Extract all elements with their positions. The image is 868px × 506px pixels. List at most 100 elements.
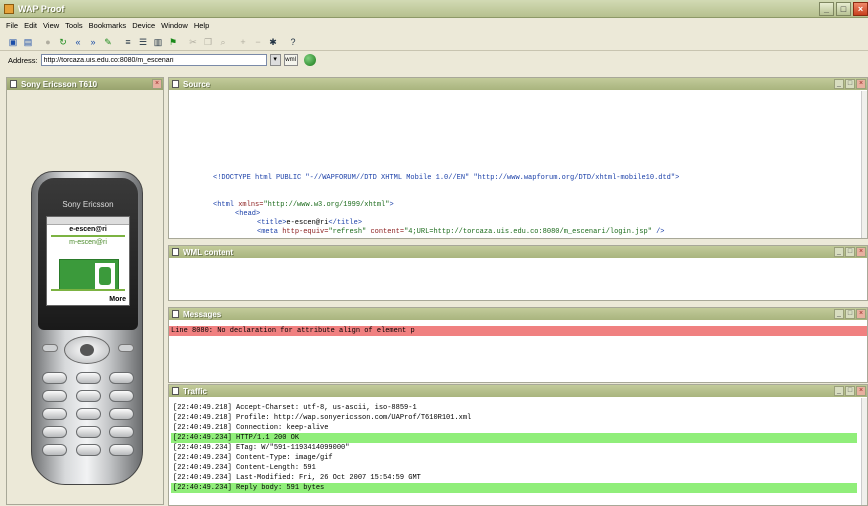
phone-key[interactable] — [109, 408, 134, 420]
traffic-row[interactable]: [22:40:49.234] Reply body: 591 bytes — [171, 483, 857, 493]
zoom-in-icon[interactable]: + — [236, 35, 250, 49]
source-close-button[interactable]: × — [856, 79, 866, 89]
bug-icon[interactable]: ✱ — [266, 35, 280, 49]
traffic-log[interactable]: [22:40:49.218] Accept-Charset: utf-8, us… — [171, 403, 857, 493]
phone-nav-pad[interactable] — [64, 336, 110, 364]
copy-icon[interactable]: ❐ — [201, 35, 215, 49]
screen-softkey-more[interactable]: More — [109, 296, 126, 303]
save-icon[interactable]: ▤ — [21, 35, 35, 49]
phone-screen[interactable]: e-escen@ri m-escen@ri More — [46, 216, 130, 306]
phone-key[interactable] — [109, 444, 134, 456]
menu-view[interactable]: View — [43, 21, 59, 30]
messages-minimize-button[interactable]: _ — [834, 309, 844, 319]
traffic-close-button[interactable]: × — [856, 386, 866, 396]
forward-icon[interactable]: » — [86, 35, 100, 49]
phone-key[interactable] — [75, 372, 101, 384]
help-icon[interactable]: ? — [286, 35, 300, 49]
right-softkey[interactable] — [118, 344, 134, 352]
traffic-row[interactable]: [22:40:49.234] Last-Modified: Fri, 26 Oc… — [171, 473, 857, 483]
minimize-button[interactable]: _ — [819, 2, 834, 16]
source-minimize-button[interactable]: _ — [834, 79, 844, 89]
phone-key[interactable] — [75, 426, 101, 438]
messages-close-button[interactable]: × — [856, 309, 866, 319]
wml-close-button[interactable]: × — [856, 247, 866, 257]
wml-maximize-button[interactable]: □ — [845, 247, 855, 257]
source-line: <meta http-equiv="refresh" content="4;UR… — [213, 228, 679, 237]
run-icon[interactable]: ⚑ — [166, 35, 180, 49]
source-icon[interactable]: ▥ — [151, 35, 165, 49]
menu-window[interactable]: Window — [161, 21, 188, 30]
detail-icon[interactable]: ☰ — [136, 35, 150, 49]
document-icon — [172, 310, 179, 318]
phone-nav-center[interactable] — [80, 344, 94, 356]
edit-icon[interactable]: ✎ — [101, 35, 115, 49]
phone-key[interactable] — [42, 426, 67, 438]
messages-maximize-button[interactable]: □ — [845, 309, 855, 319]
phone-key[interactable] — [109, 372, 134, 384]
address-input[interactable] — [40, 54, 267, 66]
traffic-row[interactable]: [22:40:49.234] HTTP/1.1 200 OK — [171, 433, 857, 443]
screen-divider — [51, 235, 125, 237]
left-softkey[interactable] — [42, 344, 58, 352]
phone-key[interactable] — [109, 390, 134, 402]
source-token: /> — [651, 228, 665, 236]
source-token: <head> — [235, 210, 261, 218]
screen-logo: m-escen@ri — [69, 239, 107, 246]
wml-button[interactable]: wml — [283, 54, 298, 66]
menu-file[interactable]: File — [6, 21, 18, 30]
source-panel-header: Source _ □ × — [169, 78, 867, 90]
stop-icon[interactable]: ● — [41, 35, 55, 49]
find-icon[interactable]: ⌕ — [216, 35, 230, 49]
go-icon[interactable] — [303, 54, 316, 66]
traffic-row[interactable]: [22:40:49.234] ETag: W/"591-119341409900… — [171, 443, 857, 453]
phone-key[interactable] — [42, 444, 67, 456]
menu-tools[interactable]: Tools — [65, 21, 83, 30]
phone-key[interactable] — [75, 408, 101, 420]
menu-help[interactable]: Help — [194, 21, 209, 30]
list-icon[interactable]: ≡ — [121, 35, 135, 49]
menu-device[interactable]: Device — [132, 21, 155, 30]
menu-edit[interactable]: Edit — [24, 21, 37, 30]
phone-key[interactable] — [75, 390, 101, 402]
toolbar-separator — [36, 35, 40, 49]
traffic-row[interactable]: [22:40:49.218] Profile: http://wap.sonye… — [171, 413, 857, 423]
open-icon[interactable]: ▣ — [6, 35, 20, 49]
reload-icon[interactable]: ↻ — [56, 35, 70, 49]
toolbar-separator — [231, 35, 235, 49]
address-dropdown[interactable]: ▾ — [269, 54, 281, 66]
phone-face: Sony Ericsson e-escen@ri m-escen@ri More — [38, 178, 138, 330]
back-icon[interactable]: « — [71, 35, 85, 49]
source-line: <!DOCTYPE html PUBLIC "-//WAPFORUM//DTD … — [213, 174, 679, 183]
phone-key[interactable] — [109, 426, 134, 438]
device-panel-close-button[interactable]: × — [152, 79, 162, 89]
source-scrollbar[interactable] — [861, 91, 867, 238]
error-message[interactable]: Line 8080: No declaration for attribute … — [169, 326, 867, 336]
wml-panel-header: WML content _ □ × — [169, 246, 867, 258]
source-code[interactable]: <!DOCTYPE html PUBLIC "-//WAPFORUM//DTD … — [213, 174, 679, 237]
phone-emulator: Sony Ericsson e-escen@ri m-escen@ri More — [31, 171, 143, 485]
zoom-out-icon[interactable]: − — [251, 35, 265, 49]
traffic-row[interactable]: [22:40:49.234] Content-Type: image/gif — [171, 453, 857, 463]
wml-minimize-button[interactable]: _ — [834, 247, 844, 257]
cut-icon[interactable]: ✂ — [186, 35, 200, 49]
traffic-row[interactable]: [22:40:49.218] Connection: keep-alive — [171, 423, 857, 433]
source-maximize-button[interactable]: □ — [845, 79, 855, 89]
phone-key[interactable] — [42, 372, 67, 384]
phone-key[interactable] — [42, 390, 67, 402]
traffic-maximize-button[interactable]: □ — [845, 386, 855, 396]
phone-brand: Sony Ericsson — [62, 200, 114, 209]
menu-bookmarks[interactable]: Bookmarks — [89, 21, 127, 30]
traffic-scrollbar[interactable] — [861, 398, 867, 505]
traffic-row[interactable]: [22:40:49.218] Accept-Charset: utf-8, us… — [171, 403, 857, 413]
device-panel-header: Sony Ericsson T610 × — [7, 78, 163, 90]
source-token: "4;URL=http://torcaza.uis.edu.co:8080/m_… — [404, 228, 652, 236]
source-line: <title>e-escen@ri</title> — [213, 219, 679, 228]
traffic-row[interactable]: [22:40:49.234] Content-Length: 591 — [171, 463, 857, 473]
traffic-minimize-button[interactable]: _ — [834, 386, 844, 396]
phone-key[interactable] — [42, 408, 67, 420]
maximize-button[interactable]: □ — [836, 2, 851, 16]
source-line — [213, 192, 679, 201]
wml-panel-title: WML content — [183, 247, 234, 257]
close-button[interactable]: × — [853, 2, 868, 16]
phone-key[interactable] — [75, 444, 101, 456]
